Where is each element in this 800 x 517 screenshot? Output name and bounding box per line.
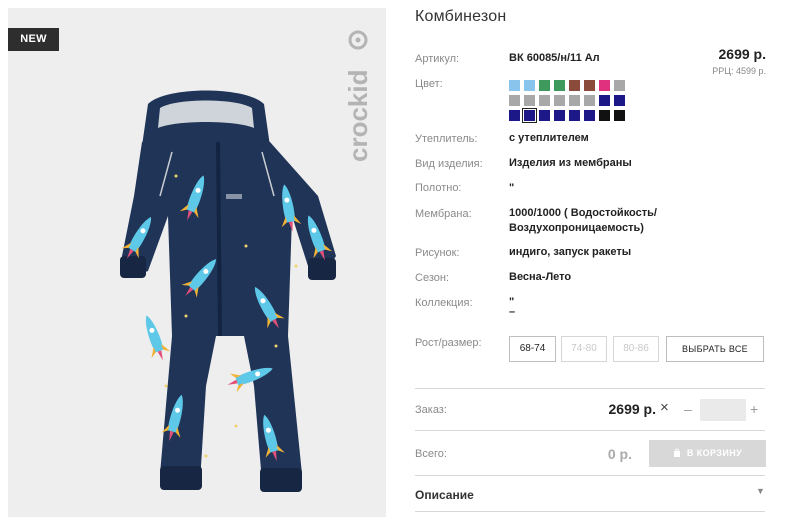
size-option-74-80[interactable]: 74-80 [561,336,607,362]
color-swatch[interactable] [522,108,537,123]
color-swatch[interactable] [539,80,550,91]
size-option-80-86[interactable]: 80-86 [613,336,659,362]
color-swatch[interactable] [569,110,580,121]
color-swatch[interactable] [569,95,580,106]
color-swatch[interactable] [554,80,565,91]
color-swatch[interactable] [539,110,550,121]
color-swatch[interactable] [599,80,610,91]
size-option-68-74[interactable]: 68-74 [509,336,556,362]
color-swatch[interactable] [614,80,625,91]
color-swatch[interactable] [614,95,625,106]
color-swatch[interactable] [509,95,520,106]
divider [415,430,765,431]
fabric-label: Полотно: [415,182,462,194]
article-label: Артикул: [415,53,460,65]
quantity-increase-button[interactable]: + [750,401,758,417]
rrp-price: РРЦ: 4599 р. [712,66,766,76]
product-photo[interactable]: NEW crockid [8,8,386,517]
chevron-down-icon[interactable]: ▼ [756,486,765,496]
color-swatch[interactable] [584,110,595,121]
new-badge: NEW [8,28,59,51]
fabric-value: " [509,182,515,194]
color-swatch[interactable] [509,110,520,121]
total-label: Всего: [415,448,447,460]
color-swatch[interactable] [569,80,580,91]
season-value: Весна-Лето [509,271,572,283]
color-swatch[interactable] [554,110,565,121]
membrane-label: Мембрана: [415,208,472,220]
product-price: 2699 р. [718,46,766,62]
remove-icon[interactable]: × [660,399,669,416]
membrane-value-2: Воздухопроницаемость) [509,222,644,234]
add-to-cart-label: В КОРЗИНУ [686,448,743,458]
color-swatch[interactable] [599,110,610,121]
divider [415,475,765,476]
select-all-button[interactable]: ВЫБРАТЬ ВСЕ [666,336,764,362]
collection-label: Коллекция: [415,297,473,309]
order-label: Заказ: [415,404,447,416]
product-title: Комбинезон [415,8,507,25]
description-toggle[interactable]: Описание [415,488,474,502]
membrane-value-1: 1000/1000 ( Водостойкость/ [509,207,657,219]
order-price: 2699 р. [608,401,656,417]
bag-icon [673,448,680,458]
divider [415,511,765,512]
insulation-label: Утеплитель: [415,133,478,145]
type-value: Изделия из мембраны [509,157,632,169]
season-label: Сезон: [415,272,449,284]
color-swatch[interactable] [599,95,610,106]
color-swatch[interactable] [584,95,595,106]
color-swatch[interactable] [524,95,535,106]
add-to-cart-button[interactable]: В КОРЗИНУ [649,440,766,467]
collection-value-2: – [509,306,516,318]
total-price: 0 р. [607,446,632,462]
pattern-label: Рисунок: [415,247,460,259]
color-swatch[interactable] [554,95,565,106]
color-swatch[interactable] [584,80,595,91]
quantity-decrease-button[interactable]: – [684,401,692,417]
insulation-value: с утеплителем [509,132,589,144]
jumpsuit-image [118,90,336,492]
size-label: Рост/размер: [415,337,482,349]
color-swatch[interactable] [614,110,625,121]
pattern-value: индиго, запуск ракеты [509,246,632,258]
color-swatch[interactable] [509,80,520,91]
article-value: ВК 60085/н/11 Ал [509,52,600,64]
type-label: Вид изделия: [415,158,483,170]
quantity-input[interactable] [700,399,746,421]
divider [415,388,765,389]
color-label: Цвет: [415,78,443,90]
color-swatch[interactable] [539,95,550,106]
color-swatch[interactable] [524,80,535,91]
